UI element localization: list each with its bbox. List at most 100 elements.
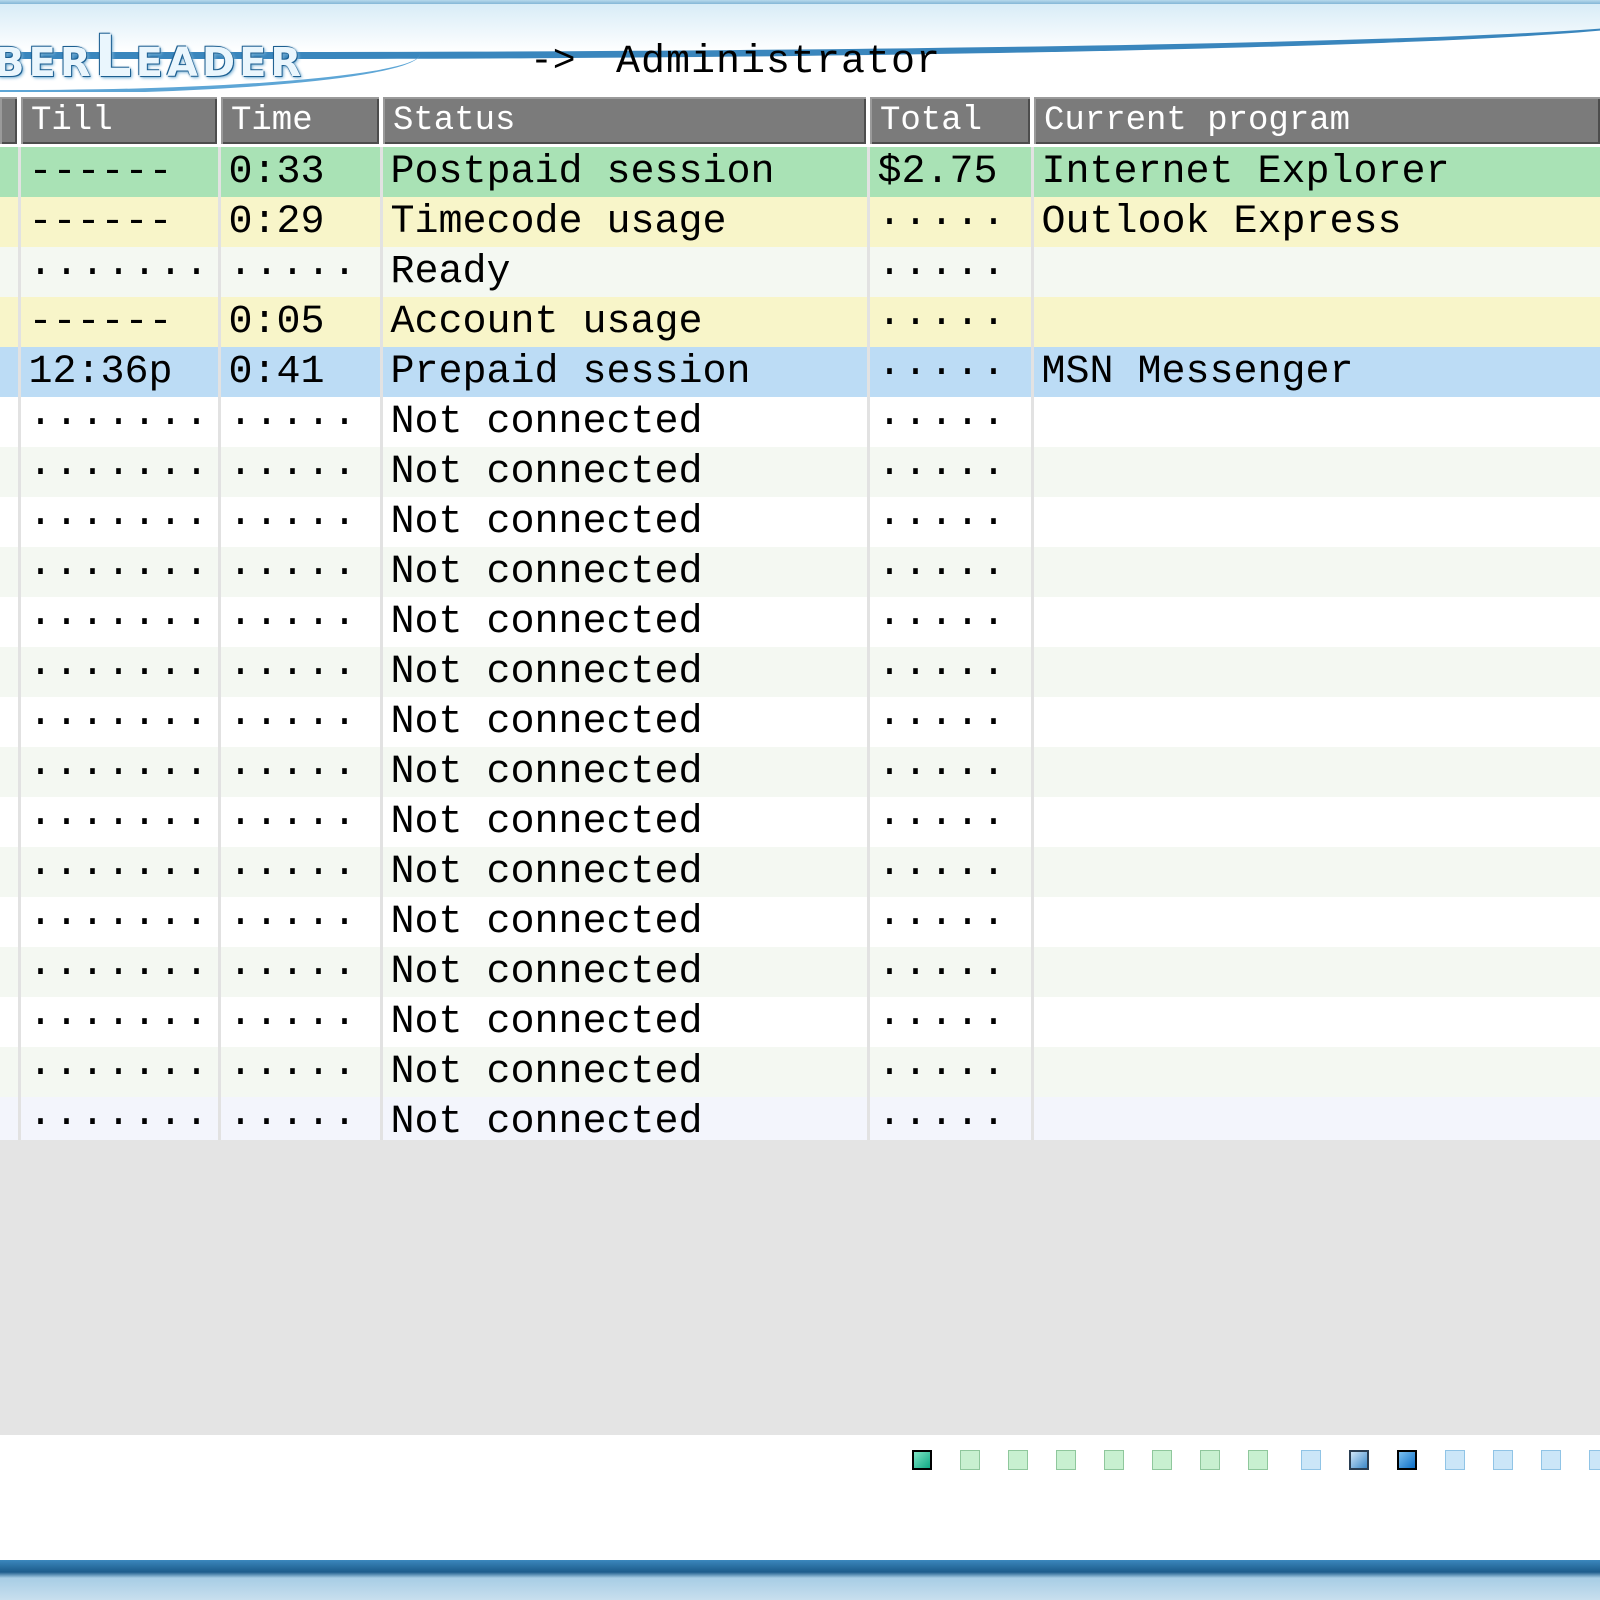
cell-status: Not connected [379,797,868,847]
cell-time: ····· [217,947,381,997]
cell-status: Not connected [379,447,868,497]
station-indicator-icon[interactable] [1445,1450,1465,1470]
cell-current-program [1030,547,1600,597]
table-row[interactable]: ······· ····· Not connected ····· [0,597,1600,647]
app-header: BERLEADER -> Administrator [0,0,1600,92]
table-row[interactable]: ······· ····· Not connected ····· [0,697,1600,747]
station-indicator-icon[interactable] [960,1450,980,1470]
cell-current-program [1030,297,1600,347]
cell-total: ····· [866,497,1032,547]
station-indicator-active-icon[interactable] [912,1450,932,1470]
row-selector[interactable] [0,797,19,847]
cell-current-program [1030,697,1600,747]
station-indicator-icon[interactable] [1349,1450,1369,1470]
row-selector[interactable] [0,597,19,647]
cell-time: ····· [217,747,381,797]
station-indicator-icon[interactable] [1301,1450,1321,1470]
cell-status: Not connected [379,997,868,1047]
cell-time: ····· [217,997,381,1047]
row-selector[interactable] [0,497,19,547]
cell-time: ····· [217,447,381,497]
cell-till: ······· [17,897,219,947]
cell-till: ······· [17,647,219,697]
cell-till: ······· [17,497,219,547]
cell-till: ······· [17,397,219,447]
table-row[interactable]: ······· ····· Not connected ····· [0,747,1600,797]
cell-time: ····· [217,397,381,447]
cell-time: 0:41 [217,347,381,397]
cell-till: ------ [17,145,219,197]
row-selector[interactable] [0,997,19,1047]
app-logo: BERLEADER [0,22,305,90]
row-selector[interactable] [0,1047,19,1097]
cell-current-program [1030,497,1600,547]
row-selector[interactable] [0,747,19,797]
table-row[interactable]: ------ 0:05 Account usage ····· [0,297,1600,347]
cell-time: ····· [217,1047,381,1097]
cell-time: ····· [217,497,381,547]
station-indicator-icon[interactable] [1104,1450,1124,1470]
table-row[interactable]: ······· ····· Not connected ····· [0,447,1600,497]
station-indicator-icon[interactable] [1200,1450,1220,1470]
table-row[interactable]: ······· ····· Not connected ····· [0,897,1600,947]
station-indicator-icon[interactable] [1248,1450,1268,1470]
row-selector[interactable] [0,297,19,347]
row-selector[interactable] [0,145,19,197]
column-header-total[interactable]: Total [866,97,1032,147]
cell-till: ······· [17,547,219,597]
row-selector[interactable] [0,197,19,247]
row-selector[interactable] [0,647,19,697]
station-indicator-icon[interactable] [1493,1450,1513,1470]
station-indicator-icon[interactable] [1056,1450,1076,1470]
row-selector[interactable] [0,447,19,497]
column-header-till[interactable]: Till [17,97,219,147]
row-selector[interactable] [0,947,19,997]
table-row[interactable]: ------ 0:33 Postpaid session $2.75 Internet … [0,145,1600,197]
row-selector[interactable] [0,847,19,897]
table-row[interactable]: ······· ····· Not connected ····· [0,997,1600,1047]
station-indicator-icon[interactable] [1008,1450,1028,1470]
table-row[interactable]: ······· ····· Not connected ····· [0,497,1600,547]
cell-total: ····· [866,597,1032,647]
logo-text-prefix: BER [0,40,95,86]
table-row[interactable]: ······· ····· Ready ····· [0,247,1600,297]
empty-table-area[interactable] [0,1140,1600,1435]
cell-time: ····· [217,847,381,897]
column-header-status[interactable]: Status [379,97,868,147]
cell-current-program [1030,1047,1600,1097]
table-row[interactable]: ······· ····· Not connected ····· [0,397,1600,447]
station-indicator-bar [912,1450,1600,1474]
row-selector[interactable] [0,397,19,447]
table-body: ------ 0:33 Postpaid session $2.75 Internet … [0,145,1600,1147]
stations-table: Till Time Status Total Current program -… [0,97,1600,1147]
cell-status: Postpaid session [379,145,868,197]
row-selector[interactable] [0,247,19,297]
table-row[interactable]: ······· ····· Not connected ····· [0,647,1600,697]
cell-total: ····· [866,197,1032,247]
station-indicator-icon[interactable] [1541,1450,1561,1470]
column-header-station[interactable] [0,97,19,147]
column-header-time[interactable]: Time [217,97,381,147]
station-indicator-icon[interactable] [1152,1450,1172,1470]
table-row[interactable]: ------ 0:29 Timecode usage ····· Outlook Exp… [0,197,1600,247]
station-indicator-icon[interactable] [1589,1450,1600,1470]
table-row[interactable]: ······· ····· Not connected ····· [0,1047,1600,1097]
row-selector[interactable] [0,347,19,397]
table-row[interactable]: ······· ····· Not connected ····· [0,797,1600,847]
cell-time: ····· [217,247,381,297]
row-selector[interactable] [0,897,19,947]
table-row[interactable]: ······· ····· Not connected ····· [0,947,1600,997]
station-indicator-icon[interactable] [1397,1450,1417,1470]
column-header-current-program[interactable]: Current program [1030,97,1600,147]
row-selector[interactable] [0,547,19,597]
cell-total: ····· [866,947,1032,997]
table-row[interactable]: ······· ····· Not connected ····· [0,547,1600,597]
cell-status: Timecode usage [379,197,868,247]
row-selector[interactable] [0,697,19,747]
table-row[interactable]: 12:36p 0:41 Prepaid session ····· MSN Messen… [0,347,1600,397]
cell-till: ······· [17,747,219,797]
table-row[interactable]: ······· ····· Not connected ····· [0,847,1600,897]
cell-total: ····· [866,447,1032,497]
cell-status: Not connected [379,497,868,547]
cell-total: ····· [866,897,1032,947]
